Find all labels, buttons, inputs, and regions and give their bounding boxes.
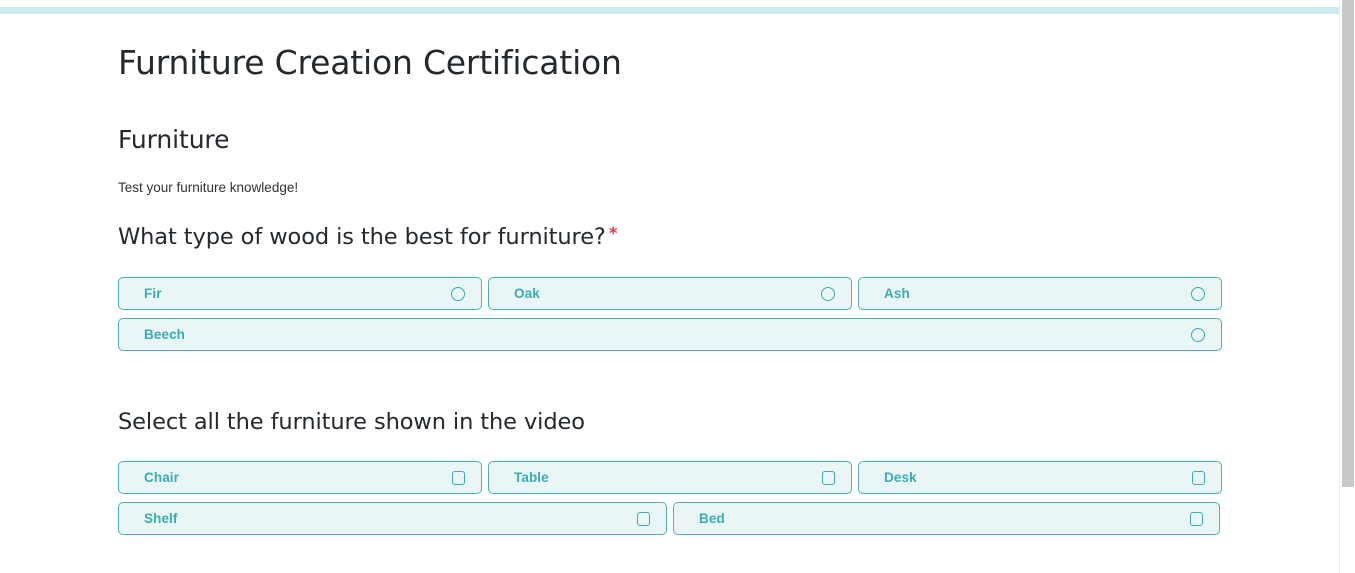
vertical-scrollbar[interactable] <box>1339 0 1355 573</box>
section-title: Furniture <box>118 124 230 154</box>
option-row: Beech <box>118 318 1222 352</box>
option-chair[interactable]: Chair <box>118 461 482 495</box>
radio-icon[interactable] <box>1191 286 1205 301</box>
option-label: Fir <box>144 286 162 302</box>
radio-icon[interactable] <box>451 286 465 301</box>
required-asterisk: * <box>608 224 618 245</box>
radio-icon[interactable] <box>1191 327 1205 342</box>
question-text-furniture-video: Select all the furniture shown in the vi… <box>118 409 585 436</box>
page-title: Furniture Creation Certification <box>118 43 622 82</box>
option-label: Chair <box>144 470 180 486</box>
option-label: Ash <box>884 286 910 302</box>
option-bed[interactable]: Bed <box>673 502 1220 536</box>
checkbox-icon[interactable] <box>1190 511 1203 526</box>
scrollbar-thumb[interactable] <box>1342 0 1354 487</box>
option-ash[interactable]: Ash <box>858 277 1222 311</box>
option-label: Beech <box>144 327 186 343</box>
question-title-wood: What type of wood is the best for furnit… <box>118 223 1222 251</box>
options-furniture-video: Chair Table Desk Shelf Bed <box>118 461 1222 536</box>
option-label: Desk <box>884 470 917 486</box>
option-row: Fir Oak Ash <box>118 277 1222 311</box>
question-text-wood: What type of wood is the best for furnit… <box>118 224 606 251</box>
option-table[interactable]: Table <box>488 461 852 495</box>
checkbox-icon[interactable] <box>637 511 650 526</box>
form-page: Furniture Creation Certification Furnitu… <box>0 7 1339 573</box>
option-fir[interactable]: Fir <box>118 277 482 311</box>
section-description: Test your furniture knowledge! <box>118 179 299 195</box>
option-label: Oak <box>514 286 540 302</box>
option-beech[interactable]: Beech <box>118 318 1222 352</box>
option-desk[interactable]: Desk <box>858 461 1222 495</box>
option-oak[interactable]: Oak <box>488 277 852 311</box>
question-block-furniture-video: Select all the furniture shown in the vi… <box>118 408 1222 536</box>
checkbox-icon[interactable] <box>452 470 465 485</box>
form-content: Furniture Creation Certification Furnitu… <box>118 7 1222 536</box>
question-title-furniture-video: Select all the furniture shown in the vi… <box>118 408 1222 436</box>
option-label: Table <box>514 470 549 486</box>
radio-icon[interactable] <box>821 286 835 301</box>
option-label: Bed <box>699 511 725 527</box>
option-label: Shelf <box>144 511 178 527</box>
option-row: Chair Table Desk <box>118 461 1222 495</box>
options-wood: Fir Oak Ash Beech <box>118 277 1222 352</box>
option-shelf[interactable]: Shelf <box>118 502 667 536</box>
option-row: Shelf Bed <box>118 502 1222 536</box>
checkbox-icon[interactable] <box>1192 470 1205 485</box>
question-block-wood: What type of wood is the best for furnit… <box>118 223 1222 352</box>
checkbox-icon[interactable] <box>822 470 835 485</box>
